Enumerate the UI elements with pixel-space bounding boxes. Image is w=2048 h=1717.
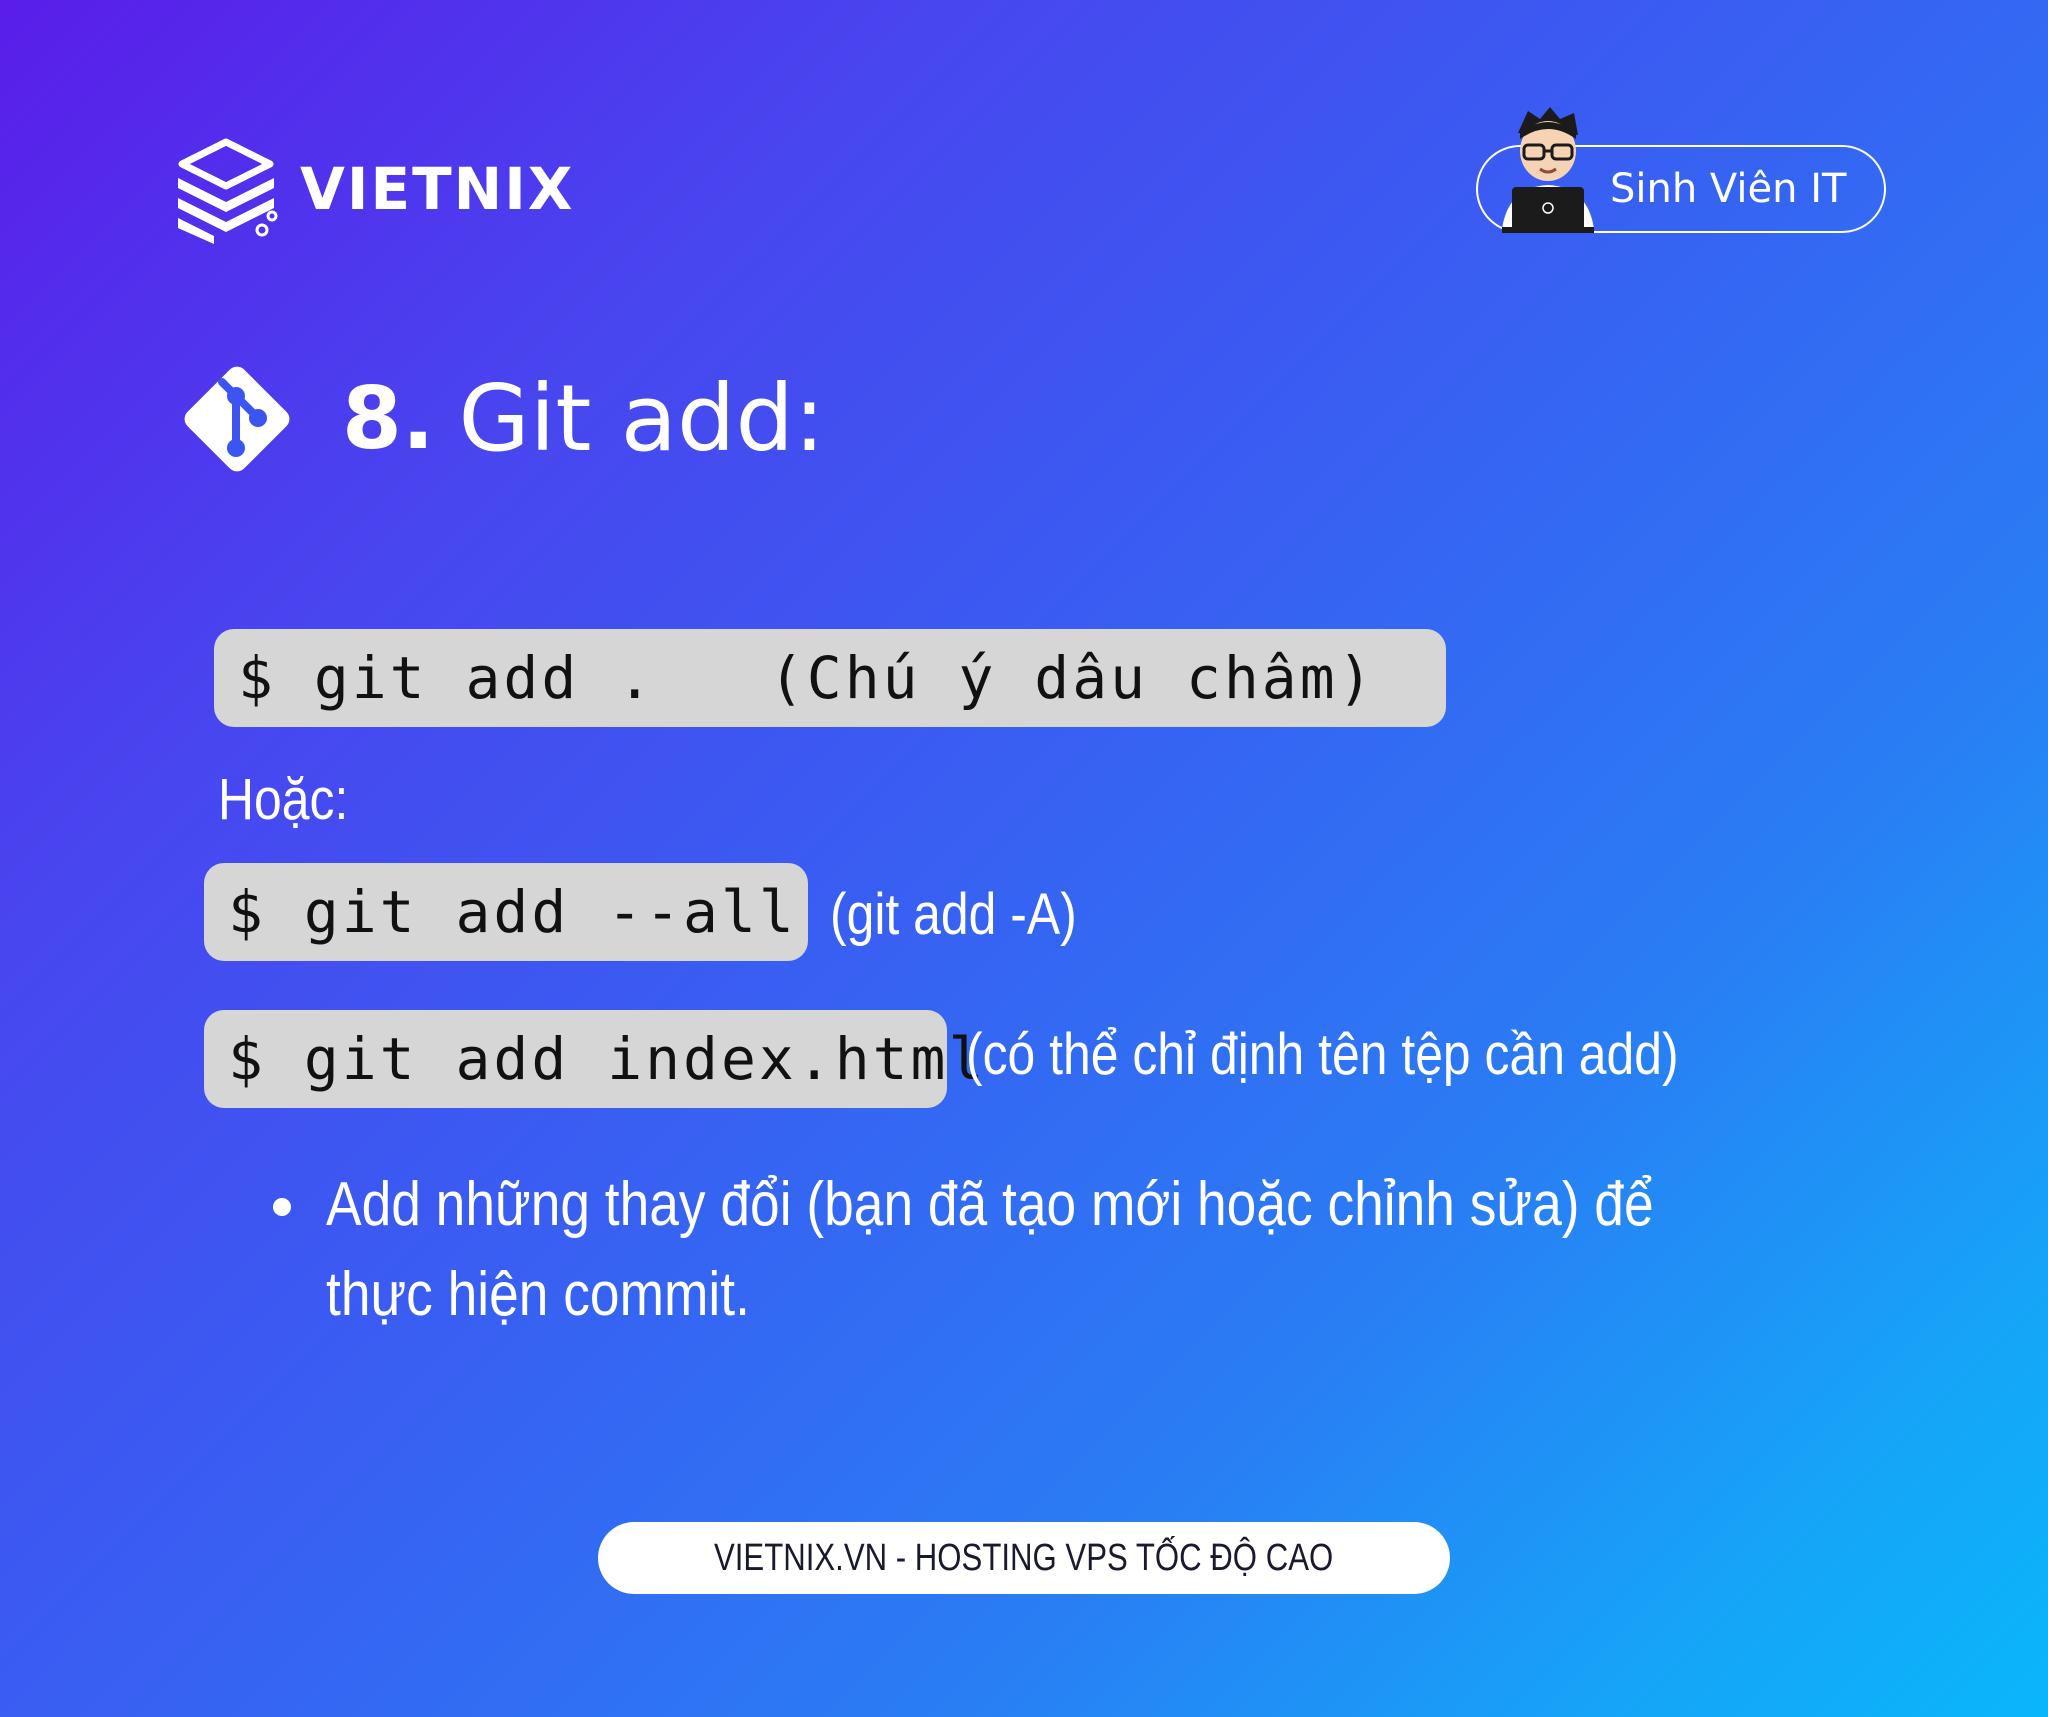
- stacked-layers-logo-icon: [178, 138, 278, 244]
- alternative-label: Hoặc:: [218, 767, 349, 832]
- section-number: 8.: [342, 369, 435, 469]
- bullet-dot: [273, 1198, 291, 1216]
- badge-label: Sinh Viên IT: [1610, 166, 1847, 212]
- footer-text: VIETNIX.VN - HOSTING VPS TỐC ĐỘ CAO: [714, 1536, 1334, 1579]
- command-git-add-file: $ git add index.html: [204, 1010, 983, 1108]
- bullet-text: Add những thay đổi (bạn đã tạo mới hoặc …: [326, 1170, 1654, 1329]
- brand-name: VIETNIX: [300, 155, 575, 223]
- command-git-add-all: $ git add --all: [204, 863, 808, 961]
- vietnix-logo: VIETNIX: [174, 134, 575, 244]
- section-heading: 8. Git add:: [170, 352, 825, 486]
- command-git-add-file-note: (có thể chỉ định tên tệp cần add): [966, 1022, 1679, 1087]
- git-logo-icon: [184, 366, 290, 472]
- student-avatar-icon: [1502, 107, 1594, 233]
- section-title: Git add:: [458, 365, 825, 472]
- command-git-add-all-note: (git add -A): [830, 882, 1077, 947]
- command-git-add-dot: $ git add . (Chú ý dâu châm): [214, 629, 1446, 727]
- footer-banner: VIETNIX.VN - HOSTING VPS TỐC ĐỘ CAO: [598, 1522, 1450, 1594]
